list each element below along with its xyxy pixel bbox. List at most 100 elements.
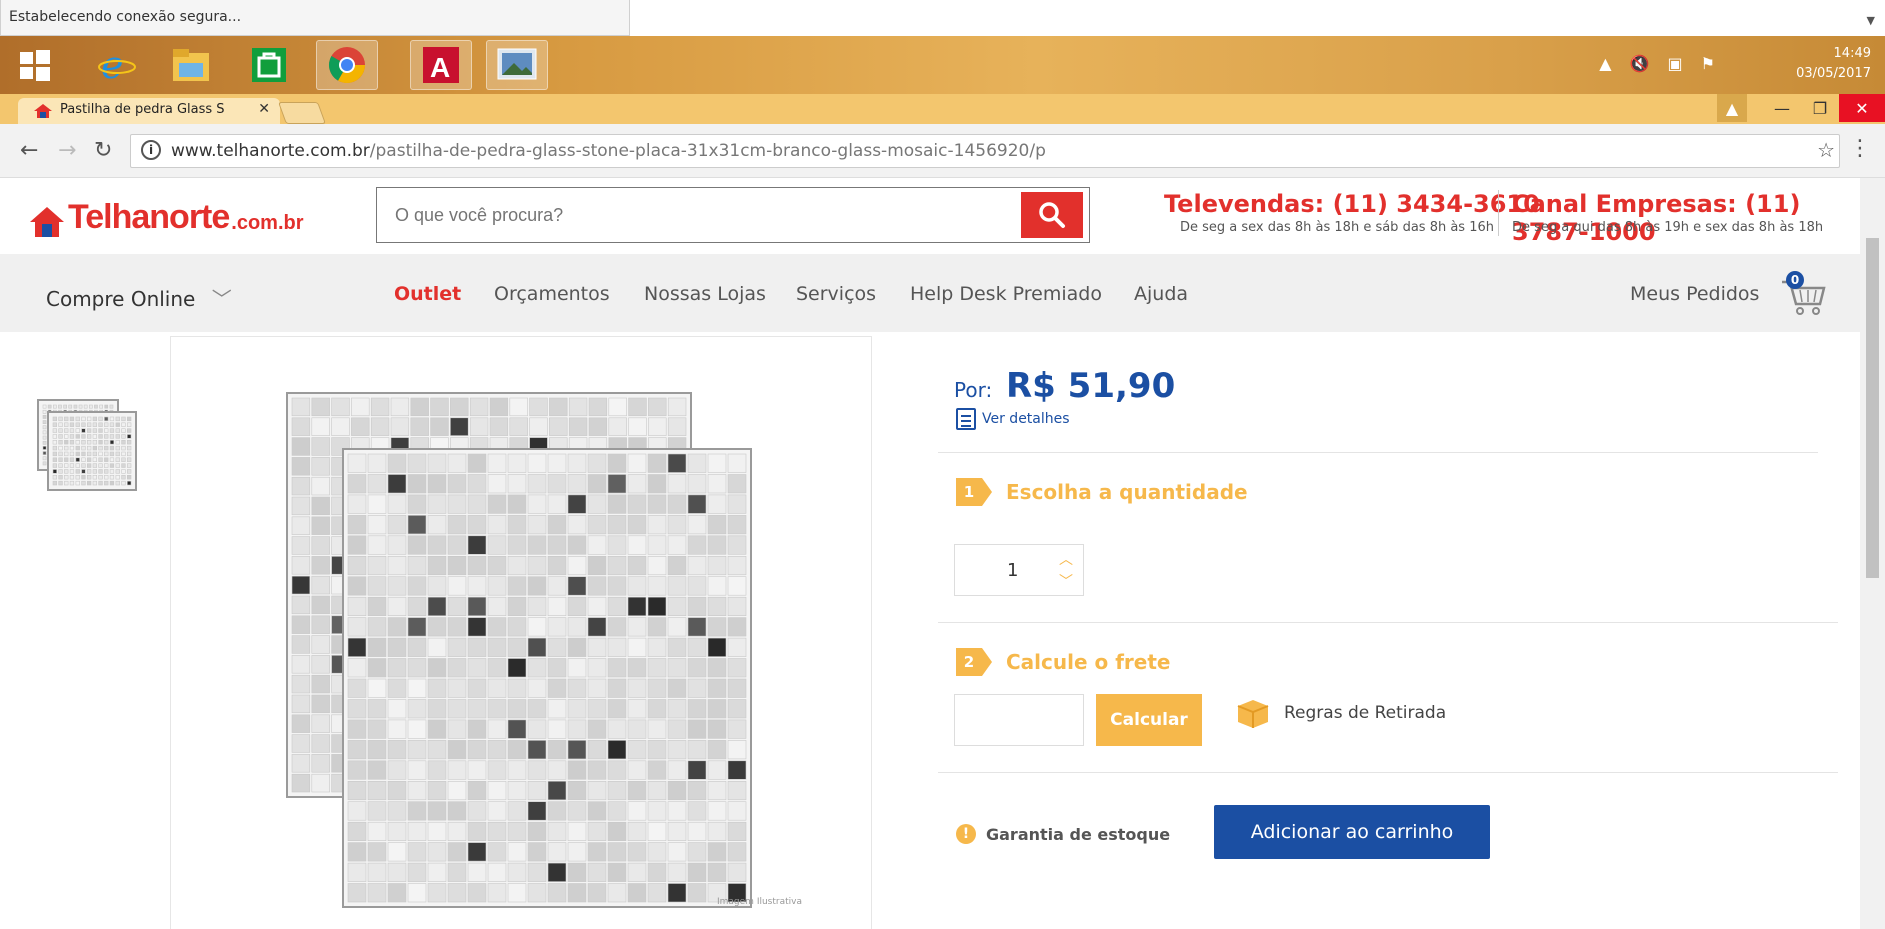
svg-text:A: A	[430, 52, 450, 83]
bookmark-star-icon[interactable]: ☆	[1817, 138, 1835, 162]
my-orders-link[interactable]: Meus Pedidos	[1630, 283, 1759, 305]
chevron-down-icon: ﹀	[211, 287, 232, 311]
buy-online-label: Compre Online	[46, 287, 196, 311]
search-icon	[1039, 202, 1065, 228]
tab-close-icon[interactable]: ✕	[258, 101, 270, 117]
cart-count-badge: 0	[1786, 271, 1804, 289]
details-link[interactable]: Ver detalhes	[956, 408, 1070, 430]
quantity-stepper[interactable]: 1 ︿ ﹀	[954, 544, 1084, 596]
new-tab-button[interactable]	[277, 102, 327, 124]
search-input[interactable]	[377, 188, 1017, 242]
stock-guarantee-label: Garantia de estoque	[986, 824, 1171, 844]
step-number: 2	[956, 648, 992, 676]
step-quantity: 1 Escolha a quantidade	[956, 478, 1248, 506]
search-box	[376, 187, 1090, 243]
product-image[interactable]	[285, 391, 755, 911]
divider	[938, 452, 1818, 453]
autocad-icon[interactable]: A	[410, 40, 472, 90]
url-host: www.telhanorte.com.br	[171, 141, 370, 161]
quantity-value[interactable]: 1	[1007, 560, 1018, 581]
chevron-up-icon[interactable]: ︿	[1059, 549, 1073, 569]
address-bar: ← → ↻ i www.telhanorte.com.br/pastilha-d…	[0, 124, 1885, 178]
browser-menu-icon[interactable]: ⋮	[1849, 136, 1871, 161]
file-explorer-icon[interactable]	[160, 40, 222, 90]
product-thumbnail[interactable]	[36, 398, 146, 504]
tab-title: Pastilha de pedra Glass S	[60, 102, 225, 117]
clock[interactable]: 14:49 03/05/2017	[1796, 44, 1871, 84]
photos-icon[interactable]	[486, 40, 548, 90]
empresas-phone[interactable]: Canal Empresas: (11) 3787-1000	[1512, 190, 1860, 246]
store-icon[interactable]	[238, 40, 300, 90]
buy-online-menu[interactable]: Compre Online ﹀	[46, 283, 232, 312]
system-tray: ▲ 🔇 ▣ ⚑	[1599, 54, 1715, 73]
screen: Estabelecendo conexão segura... ▼ e A ▲ …	[0, 0, 1885, 929]
empresas-hours: De seg a qui das 8h às 19h e sex das 8h …	[1512, 220, 1824, 235]
nav-outlet[interactable]: Outlet	[394, 283, 461, 305]
minimize-icon[interactable]: —	[1763, 94, 1801, 122]
step-title: Escolha a quantidade	[1006, 480, 1248, 504]
taskbar: e A ▲ 🔇 ▣ ⚑ 14:49 03/05/2017	[0, 36, 1885, 94]
divider	[938, 622, 1838, 623]
browser-tab[interactable]: Pastilha de pedra Glass S ✕	[18, 98, 280, 124]
step-shipping: 2 Calcule o frete	[956, 648, 1170, 676]
chevron-down-icon[interactable]: ﹀	[1059, 571, 1073, 591]
url-path: /pastilha-de-pedra-glass-stone-placa-31x…	[369, 141, 1046, 161]
main-nav: Compre Online ﹀ Outlet Orçamentos Nossas…	[0, 254, 1860, 332]
warning-icon: !	[956, 824, 976, 844]
forward-icon[interactable]: →	[58, 138, 76, 163]
profile-icon[interactable]: ▲	[1717, 94, 1747, 122]
page-scrollbar[interactable]	[1860, 178, 1885, 929]
top-dropdown-arrow-icon[interactable]: ▼	[1867, 14, 1875, 27]
televendas-phone[interactable]: Televendas: (11) 3434-3610	[1164, 190, 1540, 218]
status-bar: Estabelecendo conexão segura...	[0, 0, 630, 36]
details-document-icon	[956, 408, 976, 430]
step-title: Calcule o frete	[1006, 650, 1171, 674]
scrollbar-thumb[interactable]	[1866, 238, 1879, 578]
logo-name: Telhanorte	[68, 198, 230, 236]
logo-house-icon	[30, 207, 64, 237]
pickup-rules-link[interactable]: Regras de Retirada	[1236, 698, 1446, 728]
add-to-cart-button[interactable]: Adicionar ao carrinho	[1214, 805, 1490, 859]
package-icon	[1237, 700, 1269, 728]
browser-tab-strip: Pastilha de pedra Glass S ✕ ▲ — ❐ ✕	[0, 94, 1885, 124]
nav-ajuda[interactable]: Ajuda	[1134, 283, 1188, 305]
image-caption: Imagem Ilustrativa	[717, 897, 802, 907]
svg-text:e: e	[101, 45, 124, 85]
telhanorte-favicon-icon	[34, 104, 52, 118]
divider	[938, 772, 1838, 773]
volume-muted-icon[interactable]: 🔇	[1630, 54, 1650, 73]
pickup-rules-label: Regras de Retirada	[1284, 703, 1447, 723]
chrome-icon[interactable]	[316, 40, 378, 90]
header-divider	[1498, 190, 1499, 236]
windows-start-icon[interactable]	[4, 40, 66, 90]
clock-time: 14:49	[1833, 46, 1871, 61]
nav-help-desk[interactable]: Help Desk Premiado	[910, 283, 1102, 305]
search-button[interactable]	[1021, 192, 1083, 238]
internet-explorer-icon[interactable]: e	[86, 40, 148, 90]
price-label: Por:	[954, 378, 993, 402]
back-icon[interactable]: ←	[20, 138, 38, 163]
price-value: R$ 51,90	[1006, 366, 1176, 406]
cep-input[interactable]	[954, 694, 1084, 746]
product-image-frame: Imagem Ilustrativa	[170, 336, 872, 929]
stock-guarantee[interactable]: ! Garantia de estoque	[956, 824, 1170, 844]
nav-orcamentos[interactable]: Orçamentos	[494, 283, 610, 305]
step-number: 1	[956, 478, 992, 506]
flag-icon[interactable]: ⚑	[1701, 54, 1715, 73]
calculate-button[interactable]: Calcular	[1096, 694, 1202, 746]
site-header: Telhanorte .com.br Televendas: (11) 3434…	[0, 178, 1860, 254]
url-input[interactable]: i www.telhanorte.com.br/pastilha-de-pedr…	[130, 134, 1840, 168]
status-text: Estabelecendo conexão segura...	[9, 9, 242, 25]
window-controls: ▲ — ❐ ✕	[1717, 94, 1885, 124]
restore-icon[interactable]: ❐	[1801, 94, 1839, 122]
nav-servicos[interactable]: Serviços	[796, 283, 876, 305]
reload-icon[interactable]: ↻	[94, 138, 112, 163]
clock-date: 03/05/2017	[1796, 66, 1871, 81]
network-icon[interactable]: ▣	[1668, 54, 1683, 73]
logo-suffix: .com.br	[231, 212, 304, 234]
site-logo[interactable]: Telhanorte .com.br	[30, 198, 304, 237]
nav-nossas-lojas[interactable]: Nossas Lojas	[644, 283, 766, 305]
site-info-icon[interactable]: i	[141, 140, 161, 160]
tray-expand-icon[interactable]: ▲	[1599, 54, 1611, 73]
close-window-icon[interactable]: ✕	[1839, 94, 1885, 122]
